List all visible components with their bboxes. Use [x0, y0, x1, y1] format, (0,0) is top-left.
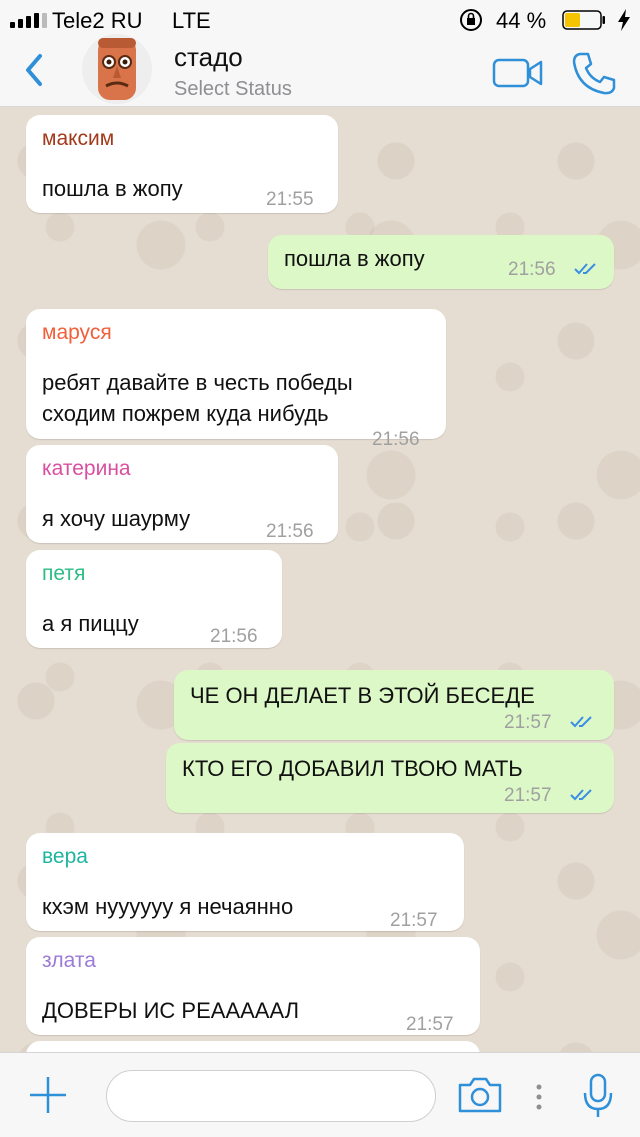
- message-time: 21:57: [406, 1014, 454, 1035]
- charging-icon: [618, 9, 630, 31]
- message-bubble[interactable]: вера кхэм нуууууу я нечаянно 21:57: [26, 833, 464, 931]
- chat-status: Select Status: [174, 78, 292, 100]
- message-bubble[interactable]: [26, 1041, 480, 1052]
- message-text: ЧЕ ОН ДЕЛАЕТ В ЭТОЙ БЕСЕДЕ: [190, 683, 535, 708]
- message-text: кхэм нуууууу я нечаянно: [42, 894, 294, 919]
- message-time: 21:56: [508, 259, 556, 280]
- message-time: 21:56: [266, 521, 314, 542]
- vertical-dots-icon[interactable]: [535, 1083, 543, 1111]
- message-text: ребят давайте в честь победы: [42, 370, 353, 395]
- signal-strength-icon: [10, 12, 47, 28]
- message-text: КТО ЕГО ДОБАВИЛ ТВОЮ МАТЬ: [182, 756, 523, 781]
- message-bubble[interactable]: пошла в жопу 21:56: [268, 235, 614, 289]
- battery-icon: [562, 10, 605, 30]
- message-bubble[interactable]: ЧЕ ОН ДЕЛАЕТ В ЭТОЙ БЕСЕДЕ 21:57: [174, 670, 614, 740]
- message-input[interactable]: [106, 1070, 436, 1122]
- message-text: а я пиццу: [42, 611, 139, 636]
- message-text: пошла в жопу: [284, 246, 425, 271]
- message-time: 21:57: [504, 712, 552, 733]
- orientation-lock-icon: [460, 9, 482, 31]
- microphone-icon[interactable]: [582, 1073, 614, 1119]
- message-list[interactable]: максим пошла в жопу 21:55 пошла в жопу 2…: [0, 107, 640, 1052]
- message-time: 21:56: [210, 626, 258, 647]
- message-text: я хочу шаурму: [42, 506, 191, 531]
- message-bubble[interactable]: злата ДОВЕРЫ ИС РЕАААААЛ 21:57: [26, 937, 480, 1035]
- camera-icon[interactable]: [456, 1075, 504, 1115]
- message-sender: маруся: [42, 321, 112, 344]
- message-sender: максим: [42, 127, 115, 150]
- tiki-mask-icon: [98, 38, 136, 100]
- message-bubble[interactable]: КТО ЕГО ДОБАВИЛ ТВОЮ МАТЬ 21:57: [166, 743, 614, 813]
- message-text: ДОВЕРЫ ИС РЕАААААЛ: [42, 998, 300, 1023]
- battery-percent: 44 %: [496, 8, 547, 33]
- message-bubble[interactable]: петя а я пиццу 21:56: [26, 550, 282, 648]
- network-type: LTE: [172, 8, 211, 33]
- phone-icon[interactable]: [570, 50, 618, 96]
- composer-bar: [0, 1052, 640, 1137]
- status-bar: Tele2 RU LTE 44 %: [0, 0, 640, 40]
- message-text: пошла в жопу: [42, 176, 183, 201]
- video-camera-icon[interactable]: [492, 56, 544, 90]
- message-sender: катерина: [42, 457, 131, 480]
- double-check-icon: [570, 716, 592, 728]
- message-time: 21:57: [504, 785, 552, 806]
- message-bubble[interactable]: катерина я хочу шаурму 21:56: [26, 445, 338, 543]
- avatar[interactable]: [82, 34, 152, 104]
- chat-header: стадо Select Status: [0, 34, 640, 107]
- carrier-name: Tele2 RU: [52, 8, 143, 33]
- chat-title[interactable]: стадо: [174, 42, 243, 73]
- message-time: 21:57: [390, 910, 438, 931]
- message-sender: злата: [42, 949, 96, 972]
- double-check-icon: [574, 263, 596, 275]
- message-bubble[interactable]: маруся ребят давайте в честь победы сход…: [26, 309, 446, 450]
- message-sender: петя: [42, 562, 86, 585]
- message-sender: вера: [42, 845, 88, 868]
- message-bubble[interactable]: максим пошла в жопу 21:55: [26, 115, 338, 213]
- double-check-icon: [570, 789, 592, 801]
- chevron-left-icon[interactable]: [20, 52, 50, 88]
- message-text: сходим пожрем куда нибудь: [42, 401, 329, 426]
- plus-icon[interactable]: [28, 1075, 68, 1115]
- message-time: 21:56: [372, 429, 420, 450]
- message-time: 21:55: [266, 189, 314, 210]
